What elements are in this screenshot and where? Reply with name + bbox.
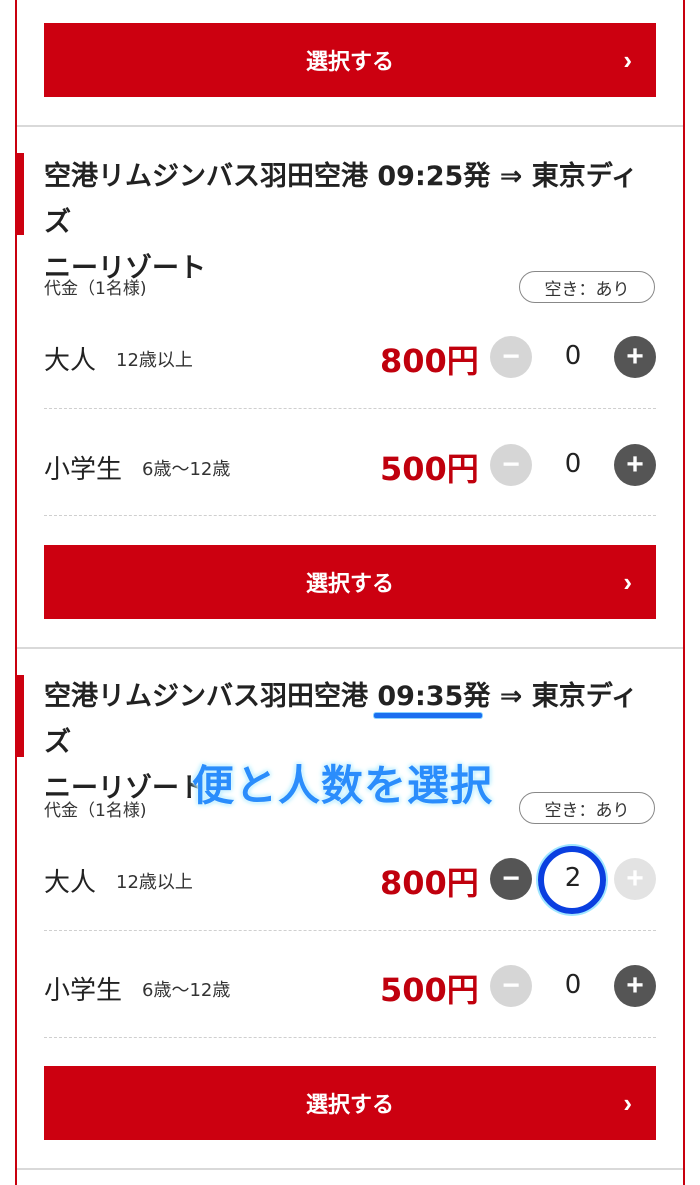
row-divider bbox=[44, 930, 656, 931]
fare-category-note: 12歳以上 bbox=[116, 872, 193, 893]
row-divider bbox=[44, 408, 656, 409]
fare-category-note: 12歳以上 bbox=[116, 350, 193, 371]
row-divider bbox=[44, 515, 656, 516]
price: 500円 bbox=[380, 971, 479, 1009]
plus-icon: + bbox=[626, 862, 644, 895]
annotation-underline bbox=[374, 713, 482, 718]
select-button-label: 選択する bbox=[305, 49, 394, 74]
decrement-button[interactable]: − bbox=[490, 444, 532, 486]
fare-category-adult: 大人 bbox=[44, 868, 97, 898]
availability-badge: 空き：あり bbox=[519, 792, 655, 824]
card-accent-bar bbox=[15, 675, 24, 757]
card-accent-bar bbox=[15, 153, 24, 235]
price: 800円 bbox=[380, 864, 479, 902]
chevron-right-icon: › bbox=[623, 45, 632, 75]
select-button[interactable]: 選択する › bbox=[44, 23, 656, 97]
chevron-right-icon: › bbox=[623, 567, 632, 597]
fare-label: 代金（1名様) bbox=[44, 279, 147, 299]
select-button[interactable]: 選択する › bbox=[44, 1066, 656, 1140]
availability-badge: 空き：あり bbox=[519, 271, 655, 303]
increment-button[interactable]: + bbox=[614, 444, 656, 486]
fare-category-child: 小学生 bbox=[44, 455, 123, 485]
plus-icon: + bbox=[626, 340, 644, 373]
annotation-text: 便と人数を選択 bbox=[192, 761, 494, 810]
plus-icon: + bbox=[626, 969, 644, 1002]
row-divider bbox=[44, 1037, 656, 1038]
price: 500円 bbox=[380, 450, 479, 488]
quantity-value: 0 bbox=[564, 970, 582, 1000]
annotation-circle bbox=[538, 846, 606, 914]
card-divider bbox=[17, 125, 683, 127]
select-button-label: 選択する bbox=[305, 1092, 394, 1117]
decrement-button[interactable]: − bbox=[490, 336, 532, 378]
minus-icon: − bbox=[502, 340, 520, 373]
quantity-value: 0 bbox=[564, 341, 582, 371]
quantity-value: 0 bbox=[564, 449, 582, 479]
minus-icon: − bbox=[502, 969, 520, 1002]
increment-button[interactable]: + bbox=[614, 336, 656, 378]
increment-button[interactable]: + bbox=[614, 858, 656, 900]
select-button[interactable]: 選択する › bbox=[44, 545, 656, 619]
fare-category-note: 6歳〜12歳 bbox=[142, 459, 231, 480]
decrement-button[interactable]: − bbox=[490, 965, 532, 1007]
increment-button[interactable]: + bbox=[614, 965, 656, 1007]
chevron-right-icon: › bbox=[623, 1088, 632, 1118]
select-button-label: 選択する bbox=[305, 571, 394, 596]
minus-icon: − bbox=[502, 448, 520, 481]
fare-label: 代金（1名様) bbox=[44, 801, 147, 821]
price: 800円 bbox=[380, 342, 479, 380]
card-divider bbox=[17, 647, 683, 649]
fare-category-note: 6歳〜12歳 bbox=[142, 980, 231, 1001]
route-title-line1: 空港リムジンバス羽田空港 09:25発 ⇒ 東京ディズ bbox=[44, 161, 638, 238]
fare-category-adult: 大人 bbox=[44, 346, 97, 376]
card-divider bbox=[17, 1168, 683, 1170]
minus-icon: − bbox=[502, 862, 520, 895]
decrement-button[interactable]: − bbox=[490, 858, 532, 900]
fare-category-child: 小学生 bbox=[44, 976, 123, 1006]
plus-icon: + bbox=[626, 448, 644, 481]
